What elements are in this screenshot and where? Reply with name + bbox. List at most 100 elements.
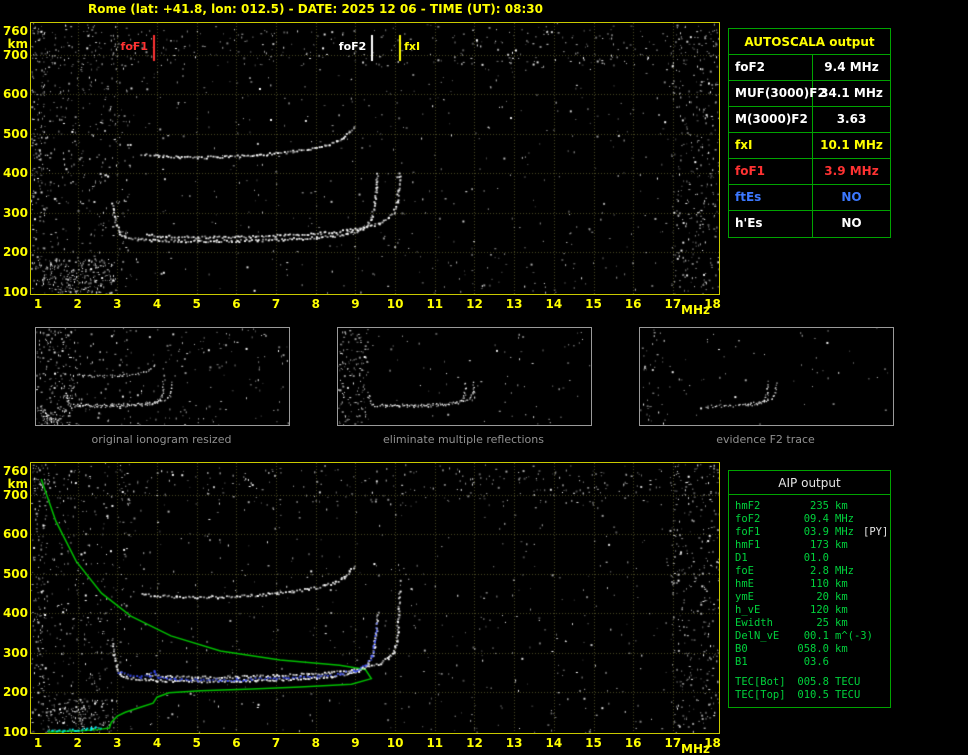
top-x-tick-7: 7 xyxy=(271,297,281,311)
aip-row-deln-ve: DelN_vE 00.1 m^(-3) xyxy=(729,630,890,643)
top-x-tick-6: 6 xyxy=(232,297,241,311)
thumbnail-caption-eliminate: eliminate multiple reflections xyxy=(383,433,544,446)
aip-param-value: 110 xyxy=(810,578,829,590)
autoscala-row-h-es: h'Es NO xyxy=(729,211,890,237)
aip-param-label: hmE xyxy=(735,578,754,590)
autoscala-param-value: 3.9 MHz xyxy=(824,164,879,178)
aip-row-tec-bot: TEC[Bot] 005.8 TECU xyxy=(729,676,890,689)
autoscala-param-value: 10.1 MHz xyxy=(820,138,883,152)
bottom-x-tick-7: 7 xyxy=(271,736,281,750)
top-x-tick-8: 8 xyxy=(311,297,320,311)
aip-param-value: 120 xyxy=(810,604,829,616)
autoscala-row-m-3000-f2: M(3000)F2 3.63 xyxy=(729,107,890,133)
bottom-y-tick-500: 500 xyxy=(2,566,28,581)
autoscala-param-value: 34.1 MHz xyxy=(820,86,883,100)
profile-ionogram-plot xyxy=(30,462,720,734)
aip-param-label: hmF2 xyxy=(735,500,761,512)
bottom-x-tick-2: 2 xyxy=(73,736,82,750)
autoscala-param-value: NO xyxy=(841,190,862,204)
autoscala-output-title: AUTOSCALA output xyxy=(729,29,890,55)
aip-tec-rows: TEC[Bot] 005.8 TECU TEC[Top] 010.5 TECU xyxy=(729,676,890,702)
top-x-axis-unit: MHz xyxy=(681,303,710,317)
bottom-x-tick-5: 5 xyxy=(192,736,201,750)
top-x-tick-12: 12 xyxy=(466,297,483,311)
top-y-tick-500: 500 xyxy=(2,126,28,141)
aip-param-label: D1 xyxy=(735,552,748,564)
aip-param-label: B1 xyxy=(735,656,748,668)
aip-param-unit: m^(-3) xyxy=(835,630,873,642)
aip-row-hme: hmE 110 km xyxy=(729,578,890,591)
top-x-tick-4: 4 xyxy=(152,297,162,311)
bottom-x-tick-15: 15 xyxy=(585,736,602,750)
top-x-tick-13: 13 xyxy=(505,297,523,311)
top-x-tick-5: 5 xyxy=(192,297,201,311)
aip-param-label: foE xyxy=(735,565,754,577)
autoscala-param-label: ftEs xyxy=(729,185,813,210)
aip-param-label: TEC[Top] xyxy=(735,689,786,701)
aip-row-yme: ymE 20 km xyxy=(729,591,890,604)
top-x-tick-10: 10 xyxy=(386,297,404,311)
aip-param-value: 005.8 xyxy=(797,676,829,688)
aip-param-label: h_vE xyxy=(735,604,761,616)
aip-param-value: 058.0 xyxy=(797,643,829,655)
bottom-y-tick-600: 600 xyxy=(2,527,28,542)
autoscala-output-table: AUTOSCALA output foF2 9.4 MHz MUF(3000)F2 3… xyxy=(728,28,891,238)
autoscala-param-label: MUF(3000)F2 xyxy=(729,81,826,106)
autoscala-param-label: fxI xyxy=(729,133,813,158)
aip-param-unit: km xyxy=(835,500,848,512)
aip-row-h-ve: h_vE 120 km xyxy=(729,604,890,617)
aip-param-unit: km xyxy=(835,617,848,629)
top-y-tick-760: 760 xyxy=(2,23,28,38)
bottom-x-tick-8: 8 xyxy=(311,736,320,750)
autoscala-param-label: foF2 xyxy=(729,55,813,80)
autoscala-row-muf-3000-f2: MUF(3000)F2 34.1 MHz xyxy=(729,81,890,107)
autoscala-param-label: M(3000)F2 xyxy=(729,107,813,132)
aip-param-value: 03.9 xyxy=(803,526,829,538)
autoscala-row-fxi: fxI 10.1 MHz xyxy=(729,133,890,159)
marker-label-fof2: foF2 xyxy=(338,40,367,53)
top-y-tick-600: 600 xyxy=(2,87,28,102)
aip-param-unit: MHz xyxy=(835,526,854,538)
aip-param-label: hmF1 xyxy=(735,539,761,551)
top-y-tick-400: 400 xyxy=(2,166,28,181)
top-y-tick-300: 300 xyxy=(2,205,28,220)
autoscala-param-label: foF1 xyxy=(729,159,813,184)
bottom-y-tick-200: 200 xyxy=(2,685,28,700)
aip-param-value: 235 xyxy=(810,500,829,512)
bottom-x-tick-6: 6 xyxy=(232,736,241,750)
aip-param-value: 010.5 xyxy=(797,689,829,701)
station-date-title: Rome (lat: +41.8, lon: 012.5) - DATE: 20… xyxy=(88,2,543,16)
top-x-tick-3: 3 xyxy=(113,297,122,311)
aip-row-hmf2: hmF2 235 km xyxy=(729,500,890,513)
thumbnail-caption-evidence: evidence F2 trace xyxy=(716,433,815,446)
aip-param-unit: km xyxy=(835,539,848,551)
top-x-tick-16: 16 xyxy=(624,297,642,311)
top-y-axis-unit: km xyxy=(7,36,28,51)
bottom-x-tick-1: 1 xyxy=(33,736,43,750)
aip-param-unit: MHz xyxy=(835,513,854,525)
aip-param-unit: km xyxy=(835,643,848,655)
aip-param-extra: [PY] xyxy=(863,526,889,538)
aip-param-value: 173 xyxy=(810,539,829,551)
aip-row-b0: B0 058.0 km xyxy=(729,643,890,656)
aip-row-foe: foE 2.8 MHz xyxy=(729,565,890,578)
aip-param-unit: MHz xyxy=(835,565,854,577)
aip-param-unit: km xyxy=(835,604,848,616)
aip-param-label: TEC[Bot] xyxy=(735,676,786,688)
aip-row-fof1: foF1 03.9 MHz [PY] xyxy=(729,526,890,539)
bottom-x-tick-4: 4 xyxy=(152,736,162,750)
bottom-x-tick-16: 16 xyxy=(624,736,642,750)
thumbnail-eliminate-multiples xyxy=(337,327,592,426)
aip-param-value: 09.4 xyxy=(803,513,829,525)
autoscala-output-rows: foF2 9.4 MHz MUF(3000)F2 34.1 MHz M(3000)F2 3… xyxy=(729,55,890,237)
autoscala-param-label: h'Es xyxy=(729,211,813,237)
thumbnail-caption-original: original ionogram resized xyxy=(91,433,232,446)
marker-label-fxi: fxI xyxy=(404,40,421,53)
top-x-tick-9: 9 xyxy=(351,297,360,311)
aip-row-b1: B1 03.6 xyxy=(729,656,890,669)
bottom-x-tick-3: 3 xyxy=(113,736,122,750)
bottom-x-axis-unit: MHz xyxy=(681,742,710,755)
aip-output-title: AIP output xyxy=(729,471,890,495)
autoscala-row-fof1: foF1 3.9 MHz xyxy=(729,159,890,185)
bottom-x-tick-11: 11 xyxy=(426,736,444,750)
